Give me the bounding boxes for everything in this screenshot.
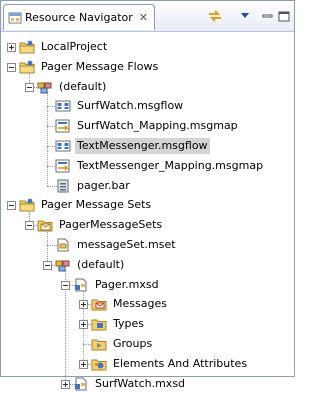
tree-item[interactable]: PagerMessageSets: [37, 216, 164, 234]
minimize-icon[interactable]: [261, 8, 273, 24]
package-icon: [37, 80, 53, 94]
resource-navigator-icon: [8, 11, 22, 25]
tree-item-label: (default): [77, 257, 125, 271]
tree-item[interactable]: LocalProject: [19, 38, 109, 56]
tree-item-label: SurfWatch.msgflow: [77, 99, 184, 113]
tree-item-label: TextMessenger.msgflow: [75, 138, 210, 154]
tree-item-label: Elements And Attributes: [113, 356, 248, 370]
collapse-icon[interactable]: [7, 201, 16, 211]
types-icon: [91, 317, 107, 331]
project-folder-icon: [19, 60, 35, 74]
collapse-icon[interactable]: [7, 62, 16, 72]
tree-item-label: PagerMessageSets: [59, 218, 163, 232]
msgflow-icon: [55, 99, 71, 113]
expand-icon[interactable]: [61, 379, 70, 389]
bar-file-icon: [55, 179, 71, 193]
sync-arrows-icon[interactable]: [206, 8, 224, 24]
tree-item[interactable]: Pager.mxsd: [73, 276, 161, 294]
collapse-icon[interactable]: [25, 82, 34, 92]
expand-icon[interactable]: [79, 320, 88, 330]
tree-item[interactable]: Groups: [91, 335, 154, 353]
message-set-folder-icon: [37, 218, 53, 232]
tree-item-label: messageSet.mset: [77, 238, 176, 251]
tree-item-label: Pager Message Sets: [41, 198, 152, 212]
msgmap-icon: [55, 119, 71, 133]
tree-item[interactable]: TextMessenger_Mapping.msgmap: [55, 157, 265, 175]
tree-item[interactable]: TextMessenger.msgflow: [55, 137, 210, 155]
msgflow-icon: [55, 139, 71, 153]
tree-item[interactable]: Types: [91, 315, 146, 333]
view-menu-dropdown-icon[interactable]: [239, 8, 251, 24]
msgmap-icon: [55, 159, 71, 173]
package-icon: [55, 258, 71, 272]
tree-item-label: SurfWatch.mxsd: [95, 376, 186, 390]
tree-item[interactable]: (default): [37, 78, 108, 96]
tree-item[interactable]: SurfWatch.mxsd: [73, 375, 187, 393]
mxsd-file-icon: [73, 377, 89, 391]
elements-icon: [91, 357, 107, 371]
tree-item-label: TextMessenger_Mapping.msgmap: [77, 158, 264, 172]
expand-icon[interactable]: [79, 359, 88, 369]
tree-item[interactable]: Elements And Attributes: [91, 355, 249, 373]
tree-item-label: Groups: [113, 337, 153, 350]
tree-item-label: Pager Message Flows: [41, 59, 159, 73]
tree-item[interactable]: SurfWatch.msgflow: [55, 97, 185, 115]
view-title: Resource Navigator: [25, 11, 133, 24]
tree-item-label: Pager.mxsd: [95, 277, 159, 291]
mset-file-icon: [55, 238, 71, 252]
tree-item[interactable]: Messages: [91, 295, 169, 313]
tree-item-label: (default): [59, 79, 107, 93]
mxsd-file-icon: [73, 278, 89, 292]
groups-icon: [91, 337, 107, 351]
project-folder-icon: [19, 40, 35, 54]
resource-tree[interactable]: LocalProject Pager Message Flows (default)…: [1, 33, 294, 391]
maximize-icon[interactable]: [277, 8, 291, 24]
view-tab[interactable]: Resource Navigator ✕: [3, 4, 155, 30]
collapse-icon[interactable]: [25, 221, 34, 231]
expand-icon[interactable]: [79, 300, 88, 310]
tree-item[interactable]: pager.bar: [55, 177, 132, 195]
tree-item-label: LocalProject: [41, 40, 108, 53]
tree-item[interactable]: Pager Message Sets: [19, 196, 153, 214]
tree-connector: [47, 230, 48, 265]
tree-item-label: Messages: [113, 297, 167, 311]
view-title-bar: Resource Navigator ✕: [1, 1, 294, 32]
resource-navigator-view: Resource Navigator ✕ LocalProject Pager M…: [0, 0, 295, 391]
tree-item[interactable]: Pager Message Flows: [19, 58, 160, 76]
collapse-icon[interactable]: [43, 260, 52, 270]
tree-item-label: pager.bar: [77, 178, 130, 192]
tree-item-label: SurfWatch_Mapping.msgmap: [77, 119, 238, 133]
project-folder-icon: [19, 198, 35, 212]
tree-item[interactable]: messageSet.mset: [55, 236, 178, 254]
collapse-icon[interactable]: [61, 280, 70, 290]
tree-item-label: Types: [113, 317, 144, 331]
expand-icon[interactable]: [7, 43, 16, 52]
messages-icon: [91, 297, 107, 311]
close-view-icon[interactable]: ✕: [139, 11, 148, 24]
tree-item[interactable]: SurfWatch_Mapping.msgmap: [55, 117, 240, 135]
tree-item[interactable]: (default): [55, 256, 126, 274]
